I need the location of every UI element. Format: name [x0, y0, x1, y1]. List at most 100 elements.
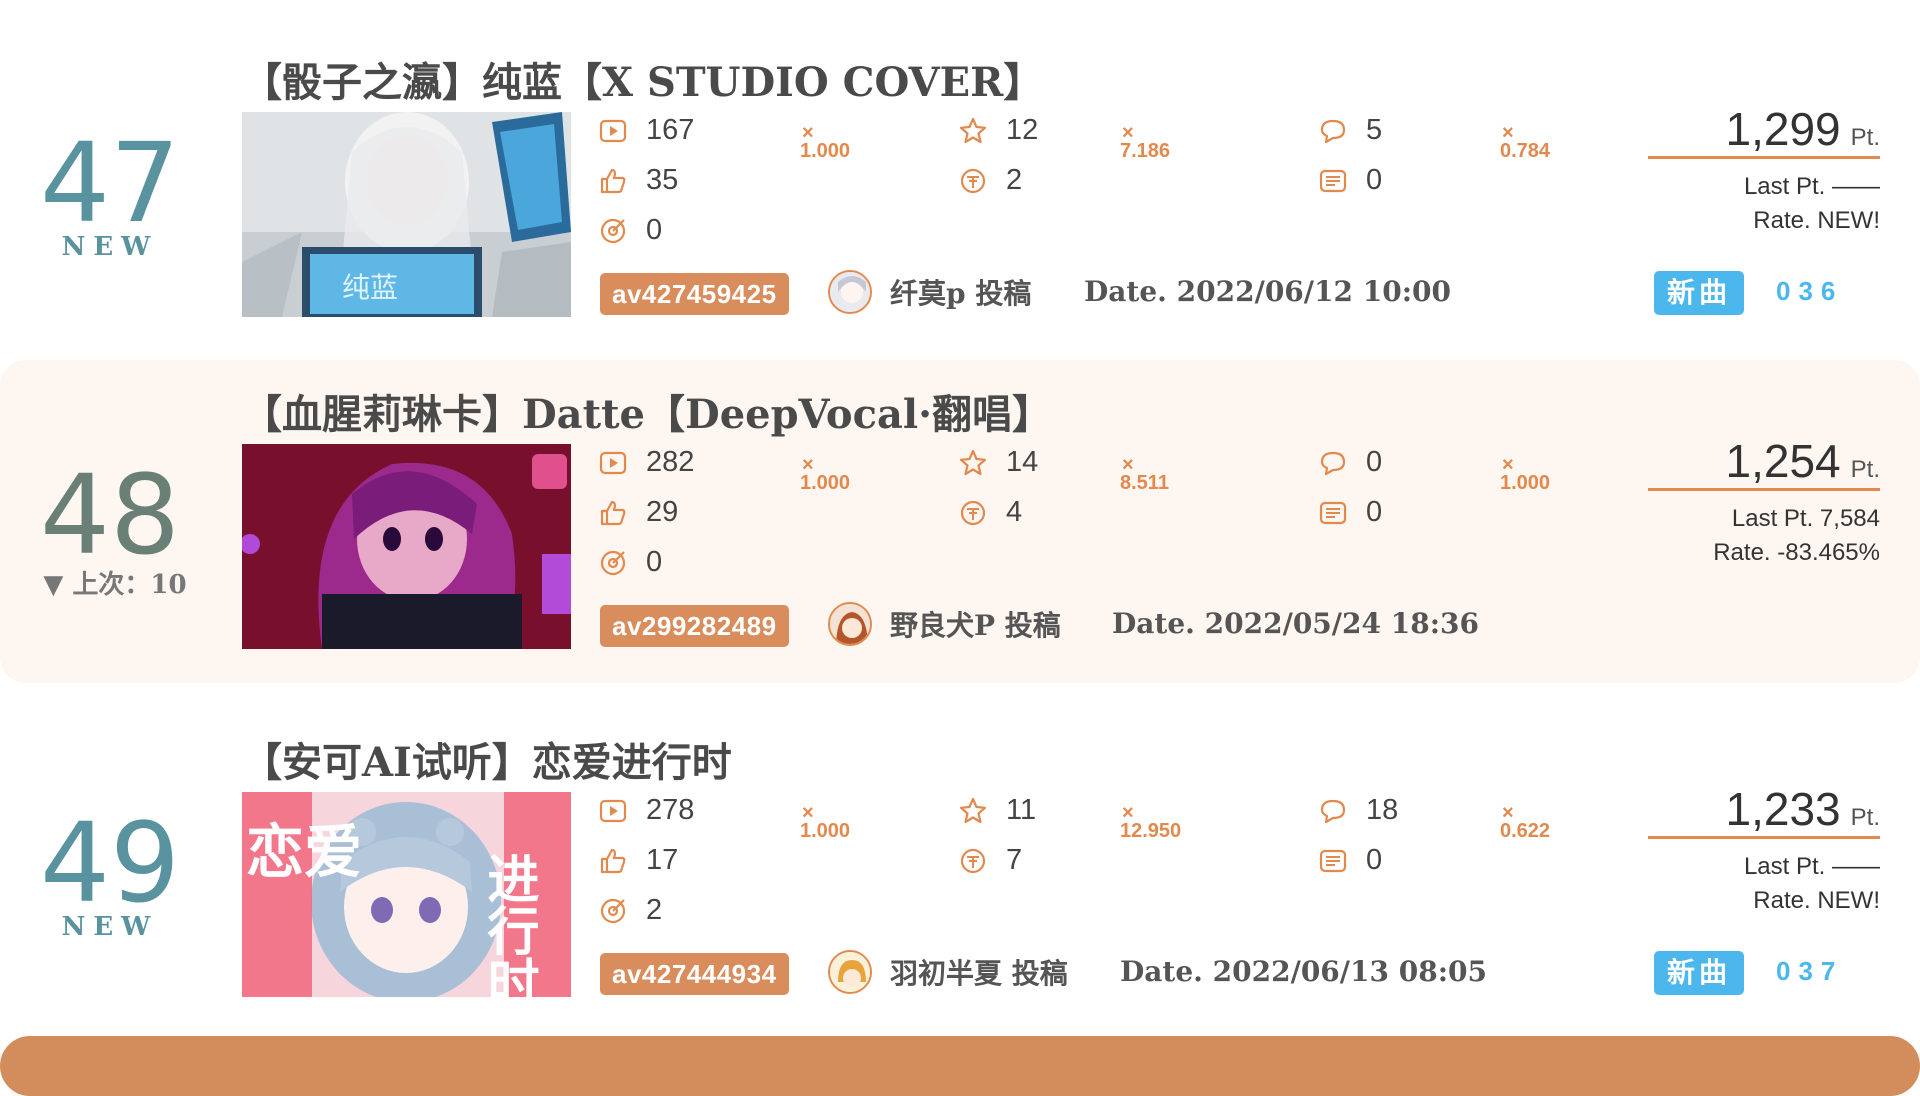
upload-date: Date. 2022/05/24 18:36	[1112, 607, 1479, 640]
share-count: 2	[646, 894, 663, 926]
favorites-count: 12	[1006, 114, 1039, 146]
uploader-avatar[interactable]	[828, 950, 872, 994]
uploader-name: 纤莫p 投稿	[890, 277, 1032, 310]
rank-status: NEW	[61, 232, 159, 262]
points: 1,233 Pt.	[1726, 782, 1880, 836]
views-count: 278	[646, 794, 695, 826]
comments-multiplier: × 0.784	[1500, 122, 1551, 162]
favorites-multiplier: × 12.950	[1120, 802, 1182, 842]
coins-stat: 2	[958, 164, 1022, 197]
rank-number: 47	[40, 119, 180, 247]
points-info: Last Pt. 7,584 Rate. -83.465%	[1713, 502, 1880, 570]
target-icon	[600, 550, 626, 575]
av-id-link[interactable]: av299282489	[600, 605, 789, 647]
video-title[interactable]: 【骰子之瀛】纯蓝【X STUDIO COVER】	[242, 50, 1043, 108]
rate: Rate. NEW!	[1753, 887, 1880, 914]
points: 1,299 Pt.	[1726, 102, 1880, 156]
last-points: Last Pt. ——	[1743, 853, 1880, 880]
comment-icon	[1320, 799, 1346, 823]
danmaku-icon	[1319, 849, 1347, 872]
share-stat: 0	[598, 214, 662, 247]
likes-count: 17	[646, 844, 679, 876]
points: 1,254 Pt.	[1726, 434, 1880, 488]
danmaku-stat: 0	[1318, 844, 1382, 877]
play-icon	[599, 119, 627, 142]
new-song-badge: 新曲	[1654, 271, 1744, 315]
play-icon	[599, 799, 627, 822]
share-count: 0	[646, 214, 663, 246]
comment-icon	[1320, 451, 1346, 475]
thumbs-up-icon	[600, 500, 626, 525]
bottom-bar	[0, 1036, 1920, 1096]
favorites-stat: 11	[958, 794, 1036, 827]
thumbs-up-icon	[600, 168, 626, 193]
video-thumbnail[interactable]: 纯蓝	[242, 112, 571, 317]
av-id-link[interactable]: av427459425	[600, 273, 789, 315]
coin-icon	[960, 848, 986, 873]
points-divider	[1648, 488, 1880, 491]
new-song-badge: 新曲	[1654, 951, 1744, 995]
uploader[interactable]: 羽初半夏 投稿	[828, 950, 1068, 994]
points-value: 1,299	[1725, 103, 1841, 155]
uploader-name: 野良犬P 投稿	[890, 609, 1061, 642]
coin-icon	[960, 500, 986, 525]
star-icon	[959, 449, 987, 475]
av-id-link[interactable]: av427444934	[600, 953, 789, 995]
coin-icon	[960, 168, 986, 193]
comments-stat: 0	[1318, 446, 1382, 479]
danmaku-stat: 0	[1318, 496, 1382, 529]
comments-stat: 18	[1318, 794, 1398, 827]
views-stat: 282	[598, 446, 694, 479]
rank-number: 48	[40, 451, 180, 579]
svg-text:进行时: 进行时	[478, 852, 539, 997]
points-info: Last Pt. —— Rate. NEW!	[1744, 850, 1880, 918]
uploader-avatar[interactable]	[828, 602, 872, 646]
rank-status: ▼ 上次：10	[43, 570, 187, 600]
comments-multiplier: × 0.622	[1500, 802, 1551, 842]
rate: Rate. NEW!	[1753, 207, 1880, 234]
video-thumbnail[interactable]	[242, 444, 571, 649]
likes-stat: 35	[598, 164, 678, 197]
danmaku-icon	[1319, 501, 1347, 524]
points-info: Last Pt. —— Rate. NEW!	[1744, 170, 1880, 238]
points-value: 1,233	[1725, 783, 1841, 835]
comments-count: 18	[1366, 794, 1399, 826]
comments-stat: 5	[1318, 114, 1382, 147]
comments-count: 5	[1366, 114, 1383, 146]
thumbs-up-icon	[600, 848, 626, 873]
uploader[interactable]: 纤莫p 投稿	[828, 270, 1031, 314]
favorites-multiplier: × 7.186	[1120, 122, 1171, 162]
views-multiplier: × 1.000	[800, 122, 851, 162]
svg-text:纯蓝: 纯蓝	[342, 271, 398, 304]
points-divider	[1648, 156, 1880, 159]
comment-icon	[1320, 119, 1346, 143]
uploader-avatar[interactable]	[828, 270, 872, 314]
coins-stat: 4	[958, 496, 1022, 529]
likes-stat: 29	[598, 496, 678, 529]
video-title[interactable]: 【安可AI试听】恋爱进行时	[242, 730, 732, 788]
favorites-count: 14	[1006, 446, 1039, 478]
danmaku-icon	[1319, 169, 1347, 192]
views-multiplier: × 1.000	[800, 802, 851, 842]
uploader-name: 羽初半夏 投稿	[890, 957, 1068, 990]
target-icon	[600, 218, 626, 243]
uploader[interactable]: 野良犬P 投稿	[828, 602, 1061, 646]
views-count: 282	[646, 446, 695, 478]
coins-stat: 7	[958, 844, 1022, 877]
points-value: 1,254	[1725, 435, 1841, 487]
views-count: 167	[646, 114, 695, 146]
upload-date: Date. 2022/06/12 10:00	[1084, 275, 1451, 308]
favorites-stat: 12	[958, 114, 1038, 147]
favorites-multiplier: × 8.511	[1120, 454, 1169, 494]
points-unit: Pt.	[1850, 804, 1880, 831]
views-stat: 278	[598, 794, 694, 827]
comments-count: 0	[1366, 446, 1383, 478]
last-points: Last Pt. ——	[1743, 173, 1880, 200]
star-icon	[959, 117, 987, 143]
video-thumbnail[interactable]: 恋爱 进行时	[242, 792, 571, 997]
ranking-entry-47: 47 NEW 【骰子之瀛】纯蓝【X STUDIO COVER】 纯蓝 167 3…	[0, 40, 1920, 363]
video-title[interactable]: 【血腥莉琳卡】Datte【DeepVocal·翻唱】	[242, 382, 1052, 440]
danmaku-count: 0	[1366, 844, 1383, 876]
upload-date: Date. 2022/06/13 08:05	[1120, 955, 1487, 988]
comments-multiplier: × 1.000	[1500, 454, 1551, 494]
